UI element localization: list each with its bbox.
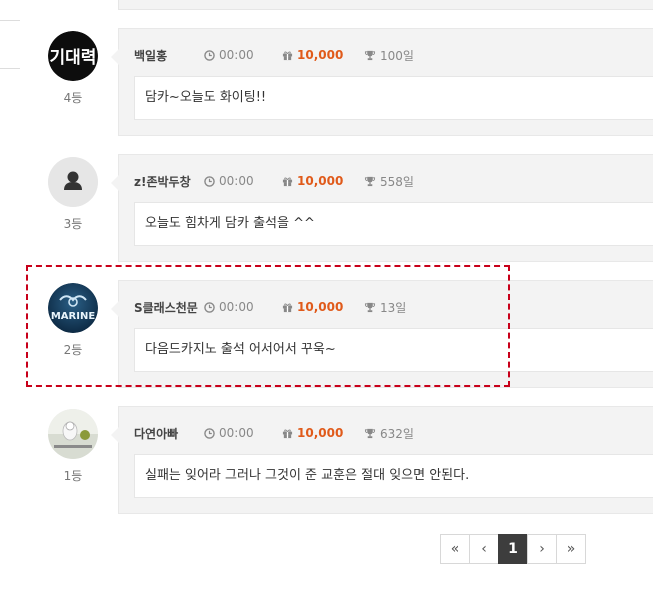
pagination: « ‹ 1 › » [440,534,586,564]
trophy-icon [364,50,376,60]
comment-card: 다연아빠 00:00 10,000 632일 실패는 잊어라 그러나 그것이 준… [111,406,653,514]
trophy-icon [364,176,376,186]
trophy-icon [364,428,376,438]
rank-label: 1등 [63,469,83,483]
rank-label: 3등 [63,217,83,231]
comment-card: 백일홍 00:00 10,000 100일 담카~오늘도 화이팅!! [111,28,653,136]
comment-meta: 다연아빠 00:00 10,000 632일 [134,425,414,441]
divider [0,20,20,21]
current-page-button[interactable]: 1 [498,534,528,564]
days-value: 632일 [380,426,414,441]
days: 558일 [364,173,414,190]
comment-meta: z!존박두창 00:00 10,000 558일 [134,173,414,189]
previous-comment-card [118,0,653,10]
comment-meta: 백일홍 00:00 10,000 100일 [134,47,414,63]
points-value: 10,000 [297,174,344,188]
comment-message: 오늘도 힘차게 담카 출석을 ^^ [134,202,653,246]
points-value: 10,000 [297,426,344,440]
avatar[interactable] [48,409,98,459]
points: 10,000 [282,426,364,440]
prev-page-button[interactable]: ‹ [469,534,499,564]
time-value: 00:00 [219,48,254,62]
text-logo-avatar-icon: 기대력 [48,31,98,81]
author-name[interactable]: 백일홍 [134,47,204,64]
time: 00:00 [204,426,282,440]
days-value: 558일 [380,174,414,189]
gift-icon [282,50,293,60]
comment-message: 담카~오늘도 화이팅!! [134,76,653,120]
comment-entry: 1등 다연아빠 00:00 10,000 632일 실패는 잊어라 그러나 그것… [0,406,653,535]
first-page-button[interactable]: « [440,534,470,564]
avatar[interactable] [48,157,98,207]
next-page-button[interactable]: › [527,534,557,564]
comment-entry: 기대력 4등 백일홍 00:00 10,000 100일 담카~오늘도 화이팅!… [0,28,653,157]
clock-icon [204,427,215,439]
clock-icon [204,175,215,187]
rank-label: 4등 [63,91,83,105]
time: 00:00 [204,174,282,188]
default-user-icon [48,157,98,207]
author-name[interactable]: z!존박두창 [134,173,204,190]
comment-message: 실패는 잊어라 그러나 그것이 준 교훈은 절대 잊으면 안된다. [134,454,653,498]
gift-icon [282,428,293,438]
time-value: 00:00 [219,426,254,440]
last-page-button[interactable]: » [556,534,586,564]
time-value: 00:00 [219,174,254,188]
author-name[interactable]: 다연아빠 [134,425,204,442]
photo-avatar-icon [48,409,98,459]
points-value: 10,000 [297,48,344,62]
highlight-box [26,265,510,387]
gift-icon [282,176,293,186]
avatar[interactable]: 기대력 [48,31,98,81]
points: 10,000 [282,48,364,62]
clock-icon [204,49,215,61]
points: 10,000 [282,174,364,188]
svg-text:기대력: 기대력 [50,48,97,68]
time: 00:00 [204,48,282,62]
days: 632일 [364,425,414,442]
days-value: 100일 [380,48,414,63]
days: 100일 [364,47,414,64]
comment-card: z!존박두창 00:00 10,000 558일 오늘도 힘차게 담카 출석을 … [111,154,653,262]
